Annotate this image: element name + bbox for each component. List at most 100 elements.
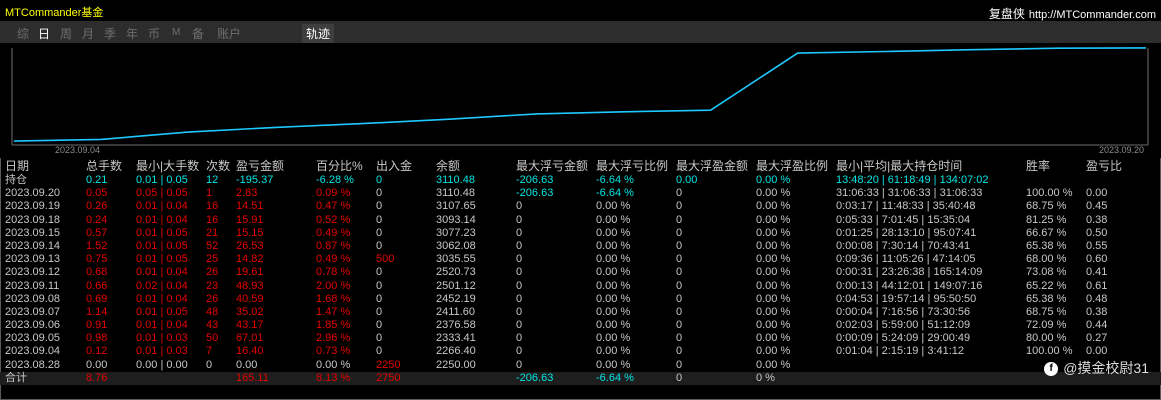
- cell-deposit: 0: [376, 345, 383, 358]
- cell-deposit: 2750: [376, 371, 401, 384]
- table-row[interactable]: 2023.09.13 0.75 0.01 | 0.05 25 14.82 0.49 % 50…: [0, 253, 1161, 266]
- table-row[interactable]: 2023.09.14 1.52 0.01 | 0.05 52 26.53 0.87 % 0 3…: [0, 240, 1161, 253]
- cell-date: 2023.09.14: [5, 239, 61, 252]
- table-row[interactable]: 2023.09.06 0.91 0.01 | 0.04 43 43.17 1.85 % 0 2…: [0, 319, 1161, 332]
- watermark: f @摸金校尉31: [1044, 358, 1149, 378]
- cell-balance: 3035.55: [436, 253, 476, 266]
- cell-pl-ratio: 0.48: [1086, 292, 1108, 305]
- tab-m[interactable]: M: [172, 27, 180, 38]
- tab-day[interactable]: 日: [38, 25, 50, 42]
- cell-min-max-lots: 0.05 | 0.05: [136, 187, 188, 200]
- cell-win-rate: 68.00 %: [1026, 253, 1067, 266]
- cell-deposit: 500: [376, 253, 395, 266]
- cell-total-lots: 0.68: [86, 266, 108, 279]
- tab-currency[interactable]: 币: [148, 25, 160, 42]
- table-row[interactable]: 2023.09.18 0.24 0.01 | 0.04 16 15.91 0.52 % 0 3…: [0, 214, 1161, 227]
- cell-min-max-lots: 0.01 | 0.05: [136, 226, 188, 239]
- cell-balance: 2266.40: [436, 345, 476, 358]
- cell-max-float-loss-pct: 0.00 %: [596, 213, 631, 226]
- cell-min-max-lots: 0.01 | 0.04: [136, 200, 188, 213]
- cell-max-float-profit: 0: [676, 200, 683, 213]
- cell-deposit: 0: [376, 239, 383, 252]
- cell-min-max-lots: 0.01 | 0.04: [136, 213, 188, 226]
- cell-percent: -6.28 %: [316, 174, 354, 186]
- table-row[interactable]: 2023.09.11 0.66 0.02 | 0.04 23 48.93 2.00 % 0 2…: [0, 280, 1161, 293]
- cell-max-float-loss-pct: 0.00 %: [596, 345, 631, 358]
- cell-max-float-loss: 最大浮亏金额: [516, 159, 589, 173]
- cell-max-float-loss: 0: [516, 305, 523, 318]
- stats-table: 日期 总手数 最小|大手数 次数 盈亏金额 百分比% 出入金 余额 最大浮亏金额 最大浮亏比例 最大…: [0, 158, 1161, 385]
- table-row[interactable]: 2023.09.08 0.69 0.01 | 0.04 26 40.59 1.68 % 0 2…: [0, 293, 1161, 306]
- cell-pl-ratio: 0.55: [1086, 239, 1108, 252]
- table-row[interactable]: 2023.09.12 0.68 0.01 | 0.04 26 19.61 0.78 % 0 2…: [0, 266, 1161, 279]
- cell-pnl: 15.91: [236, 213, 264, 226]
- cell-pnl: 40.59: [236, 292, 264, 305]
- cell-win-rate: 68.75 %: [1026, 200, 1067, 213]
- tab-account[interactable]: 账户: [217, 25, 241, 42]
- cell-hold-time: 0:09:36 | 11:05:26 | 47:14:05: [836, 253, 976, 266]
- cell-count: 25: [206, 253, 219, 266]
- table-row[interactable]: 2023.09.04 0.12 0.01 | 0.03 7 16.40 0.73 % 0 22…: [0, 345, 1161, 358]
- cell-balance: 余额: [436, 159, 461, 173]
- cell-count: 12: [206, 174, 219, 186]
- brand[interactable]: 复盘侠 http://MTCommander.com: [989, 5, 1156, 22]
- cell-pnl: 165.11: [236, 371, 269, 384]
- cell-max-float-profit-pct: 0.00 %: [756, 213, 791, 226]
- chart-start-date: 2023.09.04: [55, 145, 100, 155]
- cell-max-float-profit: 0: [676, 292, 683, 305]
- cell-min-max-lots: 0.01 | 0.05: [136, 305, 188, 318]
- tab-week[interactable]: 周: [60, 25, 72, 42]
- cell-max-float-loss: 0: [516, 319, 523, 332]
- cell-min-max-lots: 0.02 | 0.04: [136, 279, 188, 292]
- cell-count: 26: [206, 266, 219, 279]
- table-row[interactable]: 2023.09.19 0.26 0.01 | 0.04 16 14.51 0.47 % 0 3…: [0, 200, 1161, 213]
- cell-win-rate: 73.08 %: [1026, 266, 1067, 279]
- total-row: 合计 8.76 165.11 8.13 % 2750 -206.63 -6.64 % 0 0 %: [0, 371, 1161, 385]
- cell-pnl: 67.01: [236, 332, 264, 345]
- cell-max-float-loss-pct: 0.00 %: [596, 226, 631, 239]
- tab-quarter[interactable]: 季: [104, 25, 116, 42]
- watermark-text: @摸金校尉31: [1063, 360, 1149, 376]
- cell-date: 2023.09.15: [5, 226, 61, 239]
- table-row[interactable]: 2023.09.05 0.98 0.01 | 0.03 50 67.01 2.96 % 0 2…: [0, 332, 1161, 345]
- cell-hold-time: 0:00:08 | 7:30:14 | 70:43:41: [836, 239, 971, 252]
- cell-pnl: 2.83: [236, 187, 258, 200]
- tab-month[interactable]: 月: [82, 25, 94, 42]
- cell-percent: 8.13 %: [316, 371, 351, 384]
- cell-pl-ratio: 0.50: [1086, 226, 1108, 239]
- cell-balance: 2333.41: [436, 332, 476, 345]
- cell-deposit: 0: [376, 187, 383, 200]
- cell-balance: 2452.19: [436, 292, 476, 305]
- cell-deposit: 0: [376, 279, 383, 292]
- tab-year[interactable]: 年: [126, 25, 138, 42]
- tab-notes[interactable]: 备: [192, 25, 204, 42]
- cell-percent: 2.96 %: [316, 332, 351, 345]
- table-row[interactable]: 2023.09.20 0.05 0.05 | 0.05 1 2.83 0.09 % 0 311…: [0, 187, 1161, 200]
- cell-date: 2023.08.28: [5, 358, 61, 371]
- tab-trace[interactable]: 轨迹: [302, 24, 335, 43]
- cell-pl-ratio: 0.61: [1086, 279, 1108, 292]
- cell-total-lots: 总手数: [86, 159, 123, 173]
- cell-max-float-profit: 0: [676, 319, 683, 332]
- holding-row[interactable]: 持仓 0.21 0.01 | 0.05 12 -195.37 -6.28 % 0 3110.4…: [0, 174, 1161, 187]
- cell-total-lots: 1.14: [86, 305, 108, 318]
- cell-percent: 1.85 %: [316, 319, 351, 332]
- brand-url[interactable]: http://MTCommander.com: [1029, 9, 1156, 21]
- table-row[interactable]: 2023.08.28 0.00 0.00 | 0.00 0 0.00 0.00 % 2250…: [0, 359, 1161, 372]
- cell-min-max-lots: 0.01 | 0.03: [136, 332, 188, 345]
- cell-count: 26: [206, 292, 219, 305]
- cell-max-float-loss: 0: [516, 213, 523, 226]
- cell-balance: 2376.58: [436, 319, 476, 332]
- cell-max-float-loss: -206.63: [516, 174, 554, 186]
- cell-total-lots: 0.21: [86, 174, 108, 186]
- tab-overview[interactable]: 综: [17, 25, 29, 42]
- cell-percent: 0.49 %: [316, 253, 351, 266]
- cell-max-float-loss: 0: [516, 345, 523, 358]
- cell-count: 43: [206, 319, 219, 332]
- table-row[interactable]: 2023.09.07 1.14 0.01 | 0.05 48 35.02 1.47 % 0 2…: [0, 306, 1161, 319]
- table-header: 日期 总手数 最小|大手数 次数 盈亏金额 百分比% 出入金 余额 最大浮亏金额 最大浮亏比例 最大…: [0, 158, 1161, 174]
- cell-win-rate: 65.38 %: [1026, 292, 1067, 305]
- cell-pnl: 48.93: [236, 279, 264, 292]
- table-row[interactable]: 2023.09.15 0.57 0.01 | 0.05 21 15.15 0.49 % 0 3…: [0, 227, 1161, 240]
- cell-percent: 0.87 %: [316, 239, 351, 252]
